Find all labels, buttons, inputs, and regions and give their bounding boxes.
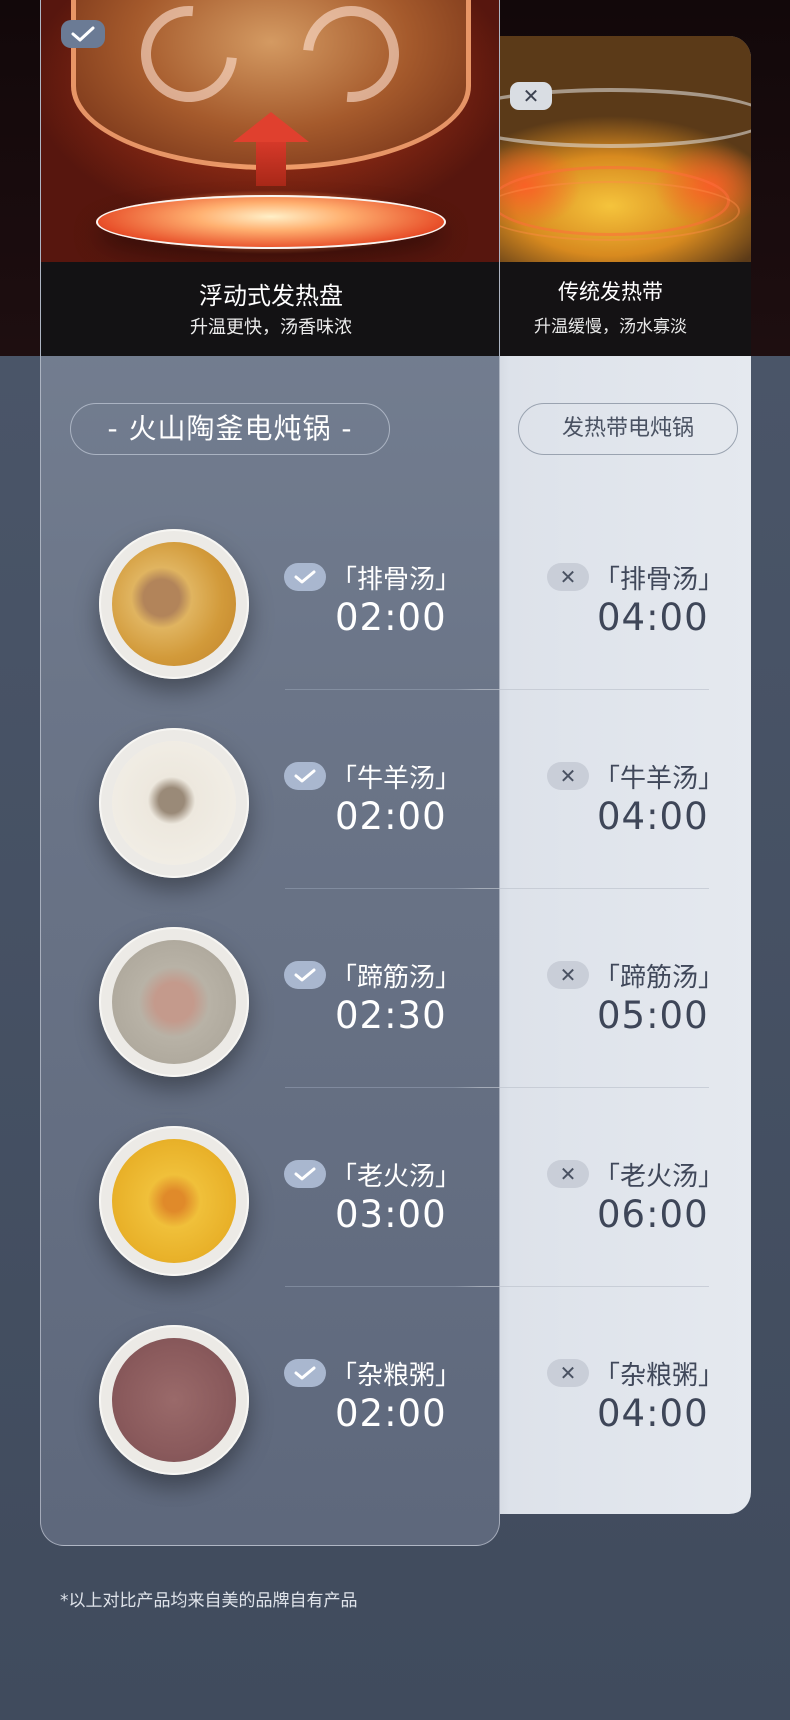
featured-dish-name: 「牛羊汤」 — [331, 764, 462, 794]
featured-header: 浮动式发热盘 升温更快，汤香味浓 — [41, 262, 499, 356]
comparison-row: 「杂粮粥」 02:00 ✕ 「杂粮粥」 04:00 — [0, 1325, 790, 1524]
traditional-heating-photo: ✕ — [470, 36, 751, 262]
traditional-subheading: 升温缓慢，汤水寡淡 — [534, 317, 687, 337]
mutton-soup-image — [112, 741, 236, 865]
traditional-time: 04:00 — [597, 596, 709, 639]
dish-image — [99, 728, 249, 878]
traditional-dish-name: 「牛羊汤」 — [594, 764, 725, 794]
check-icon — [284, 762, 326, 790]
traditional-time: 04:00 — [597, 795, 709, 838]
traditional-time: 05:00 — [597, 994, 709, 1037]
heating-plate — [96, 195, 446, 249]
featured-time: 03:00 — [335, 1193, 447, 1236]
check-icon — [284, 961, 326, 989]
row-divider — [285, 1286, 709, 1287]
footnote: *以上对比产品均来自美的品牌自有产品 — [60, 1591, 358, 1611]
heat-ring — [480, 181, 740, 241]
rib-soup-image — [112, 542, 236, 666]
cross-icon: ✕ — [547, 762, 589, 790]
traditional-time: 06:00 — [597, 1193, 709, 1236]
featured-dish-name: 「杂粮粥」 — [331, 1361, 462, 1391]
featured-time: 02:00 — [335, 596, 447, 639]
featured-heading: 浮动式发热盘 — [199, 282, 343, 310]
cross-icon: ✕ — [547, 961, 589, 989]
featured-dish-name: 「排骨汤」 — [331, 565, 462, 595]
comparison-row: 「老火汤」 03:00 ✕ 「老火汤」 06:00 — [0, 1126, 790, 1325]
row-divider — [285, 888, 709, 889]
featured-product-label: - 火山陶釜电炖锅 - — [70, 403, 390, 455]
traditional-product-label: 发热带电炖锅 — [518, 403, 738, 455]
floating-heating-photo — [41, 0, 499, 262]
featured-time: 02:00 — [335, 795, 447, 838]
dish-image — [99, 529, 249, 679]
old-fire-soup-image — [112, 1139, 236, 1263]
check-icon — [284, 1160, 326, 1188]
row-divider — [285, 1087, 709, 1088]
tendon-soup-image — [112, 940, 236, 1064]
check-icon — [284, 1359, 326, 1387]
row-divider — [285, 689, 709, 690]
comparison-row: 「排骨汤」 02:00 ✕ 「排骨汤」 04:00 — [0, 529, 790, 728]
heat-arrow-head — [233, 112, 309, 142]
comparison-row: 「蹄筋汤」 02:30 ✕ 「蹄筋汤」 05:00 — [0, 927, 790, 1126]
check-icon — [61, 20, 105, 48]
heat-arrow — [256, 140, 286, 186]
featured-dish-name: 「蹄筋汤」 — [331, 963, 462, 993]
grain-congee-image — [112, 1338, 236, 1462]
traditional-dish-name: 「杂粮粥」 — [594, 1361, 725, 1391]
dish-image — [99, 927, 249, 1077]
traditional-time: 04:00 — [597, 1392, 709, 1435]
check-icon — [284, 563, 326, 591]
dish-image — [99, 1325, 249, 1475]
featured-time: 02:00 — [335, 1392, 447, 1435]
featured-dish-name: 「老火汤」 — [331, 1162, 462, 1192]
cross-icon: ✕ — [547, 1359, 589, 1387]
traditional-heading: 传统发热带 — [558, 280, 663, 304]
featured-subheading: 升温更快，汤香味浓 — [190, 317, 352, 338]
traditional-header: 传统发热带 升温缓慢，汤水寡淡 — [470, 262, 751, 356]
dish-image — [99, 1126, 249, 1276]
traditional-dish-name: 「老火汤」 — [594, 1162, 725, 1192]
traditional-dish-name: 「排骨汤」 — [594, 565, 725, 595]
comparison-row: 「牛羊汤」 02:00 ✕ 「牛羊汤」 04:00 — [0, 728, 790, 927]
traditional-dish-name: 「蹄筋汤」 — [594, 963, 725, 993]
cross-icon: ✕ — [510, 82, 552, 110]
cross-icon: ✕ — [547, 1160, 589, 1188]
cross-icon: ✕ — [547, 563, 589, 591]
featured-time: 02:30 — [335, 994, 447, 1037]
